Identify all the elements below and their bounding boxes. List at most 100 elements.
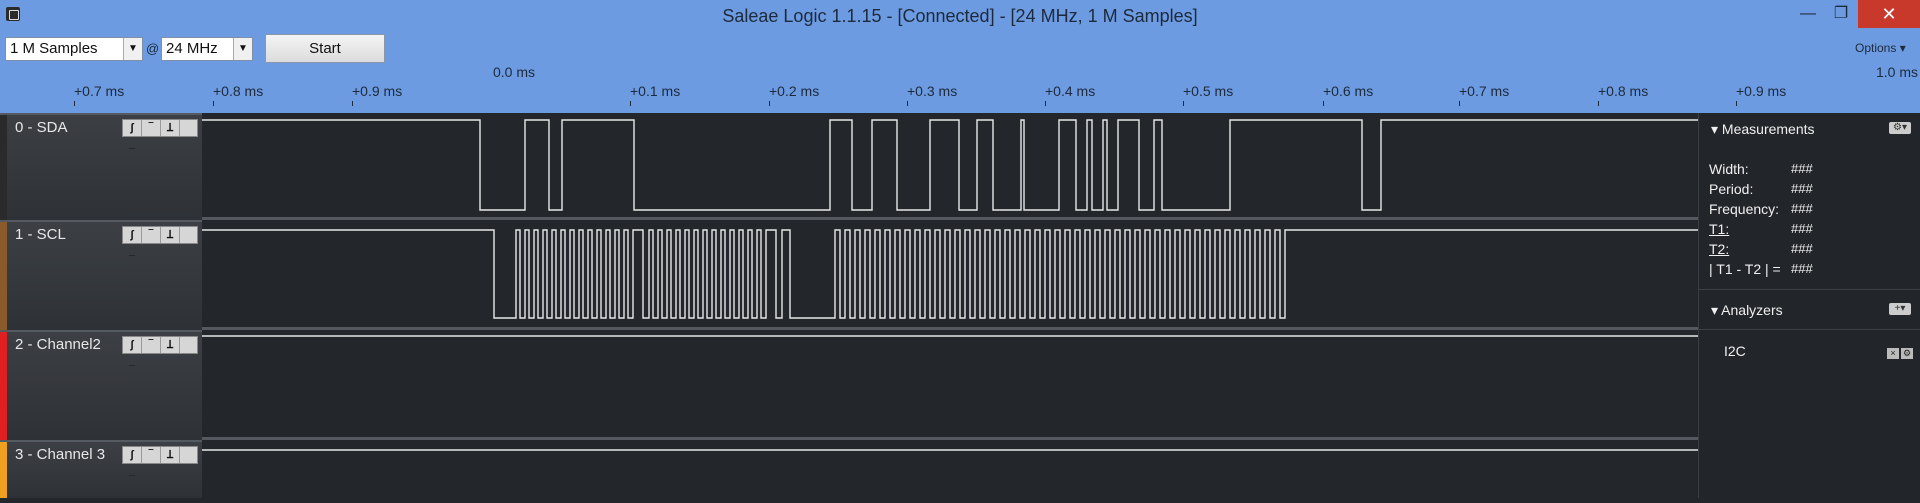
- period-value: ###: [1791, 181, 1813, 196]
- channel-divider: [202, 437, 1698, 440]
- options-button[interactable]: Options ▾: [1855, 41, 1906, 55]
- ruler-tick-label: +0.7 ms: [74, 83, 125, 99]
- channel-color: [0, 442, 7, 498]
- close-icon[interactable]: ×: [1887, 348, 1899, 359]
- chevron-down-icon: ▼: [123, 38, 142, 60]
- ruler-tick-mark: [1323, 101, 1324, 106]
- t-diff-label: | T1 - T2 | =: [1709, 261, 1781, 277]
- panel-divider: [1699, 329, 1920, 330]
- channel-color: [0, 115, 7, 220]
- high-level-icon[interactable]: ‾: [142, 227, 161, 243]
- low-level-icon[interactable]: _: [123, 353, 141, 369]
- ruler-tick-mark: [1183, 101, 1184, 106]
- close-button[interactable]: ✕: [1858, 0, 1920, 28]
- channel-name: 2 - Channel2: [15, 336, 101, 353]
- start-button[interactable]: Start: [265, 34, 385, 63]
- t2-label[interactable]: T2:: [1709, 241, 1729, 257]
- ruler-tick-mark: [1598, 101, 1599, 106]
- falling-edge-icon[interactable]: Ʇ: [161, 447, 180, 463]
- frequency-label: Frequency:: [1709, 201, 1780, 217]
- t1-label[interactable]: T1:: [1709, 221, 1729, 237]
- rising-edge-icon[interactable]: ʃ: [123, 120, 142, 136]
- gear-icon[interactable]: ⚙: [1901, 348, 1913, 359]
- analyzers-title: Analyzers: [1721, 302, 1783, 318]
- falling-edge-icon[interactable]: Ʇ: [161, 227, 180, 243]
- scl-waveform: [202, 229, 1698, 319]
- channel-name: 1 - SCL: [15, 226, 66, 243]
- analyzer-item[interactable]: I2C: [1724, 343, 1746, 359]
- side-panel: ▾ Measurements ⚙▾ Width: ### Period: ###…: [1698, 113, 1920, 498]
- measurements-header[interactable]: ▾ Measurements: [1711, 121, 1815, 138]
- channel-3-label[interactable]: 3 - Channel 3 ʃ ‾ Ʇ _: [0, 440, 202, 498]
- rate-select[interactable]: 24 MHz ▼: [161, 37, 253, 61]
- analyzer-buttons: × ⚙: [1885, 343, 1915, 359]
- ruler-tick-label: +0.6 ms: [1323, 83, 1374, 99]
- channel-name: 3 - Channel 3: [15, 446, 106, 463]
- width-label: Width:: [1709, 161, 1749, 177]
- period-label: Period:: [1709, 181, 1754, 197]
- title-bar: Saleae Logic 1.1.15 - [Connected] - [24 …: [0, 0, 1920, 30]
- channel-name: 0 - SDA: [15, 119, 68, 136]
- ruler-tick-label: +0.2 ms: [769, 83, 820, 99]
- t2-value: ###: [1791, 241, 1813, 256]
- high-level-icon[interactable]: ‾: [142, 120, 161, 136]
- high-level-icon[interactable]: ‾: [142, 337, 161, 353]
- channel-1-label[interactable]: 1 - SCL ʃ ‾ Ʇ _: [0, 220, 202, 330]
- measurements-title: Measurements: [1721, 121, 1815, 137]
- ruler-tick-label: +0.1 ms: [630, 83, 681, 99]
- channel-color: [0, 222, 7, 330]
- sda-waveform: [202, 119, 1698, 211]
- low-level-icon[interactable]: _: [123, 463, 141, 479]
- rate-value: 24 MHz: [166, 40, 218, 57]
- add-analyzer-icon[interactable]: +▾: [1889, 303, 1911, 315]
- ruler-end-label: 1.0 ms: [1876, 64, 1919, 80]
- channel-2-label[interactable]: 2 - Channel2 ʃ ‾ Ʇ _: [0, 330, 202, 440]
- t-diff-value: ###: [1791, 261, 1813, 276]
- falling-edge-icon[interactable]: Ʇ: [161, 337, 180, 353]
- ruler-tick-label: +0.3 ms: [907, 83, 958, 99]
- minimize-button[interactable]: —: [1793, 0, 1823, 28]
- ruler-tick-mark: [1459, 101, 1460, 106]
- ruler-tick-label: +0.7 ms: [1459, 83, 1510, 99]
- ruler-tick-mark: [630, 101, 631, 106]
- ruler-tick-label: +0.5 ms: [1183, 83, 1234, 99]
- falling-edge-icon[interactable]: Ʇ: [161, 120, 180, 136]
- ruler-tick-label: +0.8 ms: [213, 83, 264, 99]
- trigger-buttons[interactable]: ʃ ‾ Ʇ _: [122, 446, 198, 477]
- trigger-buttons[interactable]: ʃ ‾ Ʇ _: [122, 226, 198, 257]
- frequency-value: ###: [1791, 201, 1813, 216]
- channel-0-label[interactable]: 0 - SDA ʃ ‾ Ʇ _: [0, 113, 202, 220]
- low-level-icon[interactable]: _: [123, 136, 141, 152]
- ruler-tick-mark: [74, 101, 75, 106]
- ruler-tick-label: +0.8 ms: [1598, 83, 1649, 99]
- trigger-buttons[interactable]: ʃ ‾ Ʇ _: [122, 336, 198, 367]
- ruler-tick-mark: [213, 101, 214, 106]
- maximize-button[interactable]: ❐: [1826, 0, 1856, 28]
- rising-edge-icon[interactable]: ʃ: [123, 337, 142, 353]
- channel-divider: [202, 327, 1698, 330]
- waveform-area[interactable]: [202, 113, 1698, 498]
- rising-edge-icon[interactable]: ʃ: [123, 447, 142, 463]
- chevron-down-icon: ▼: [233, 38, 252, 60]
- channel-divider: [202, 217, 1698, 220]
- ruler-tick-mark: [1736, 101, 1737, 106]
- t1-value: ###: [1791, 221, 1813, 236]
- samples-select[interactable]: 1 M Samples ▼: [5, 37, 143, 61]
- gear-icon[interactable]: ⚙▾: [1889, 122, 1911, 134]
- samples-value: 1 M Samples: [10, 40, 98, 57]
- width-value: ###: [1791, 161, 1813, 176]
- waveform-canvas[interactable]: [202, 113, 1698, 498]
- ruler-center-label: 0.0 ms: [493, 64, 536, 80]
- rising-edge-icon[interactable]: ʃ: [123, 227, 142, 243]
- ruler-tick-mark: [907, 101, 908, 106]
- analyzers-header[interactable]: ▾ Analyzers: [1711, 302, 1783, 319]
- low-level-icon[interactable]: _: [123, 243, 141, 259]
- ruler-tick-label: +0.9 ms: [1736, 83, 1787, 99]
- at-symbol: @: [146, 41, 160, 56]
- high-level-icon[interactable]: ‾: [142, 447, 161, 463]
- ruler-tick-label: +0.9 ms: [352, 83, 403, 99]
- channel-color: [0, 332, 7, 440]
- window-title: Saleae Logic 1.1.15 - [Connected] - [24 …: [722, 6, 1198, 26]
- ruler-tick-label: +0.4 ms: [1045, 83, 1096, 99]
- trigger-buttons[interactable]: ʃ ‾ Ʇ _: [122, 119, 198, 150]
